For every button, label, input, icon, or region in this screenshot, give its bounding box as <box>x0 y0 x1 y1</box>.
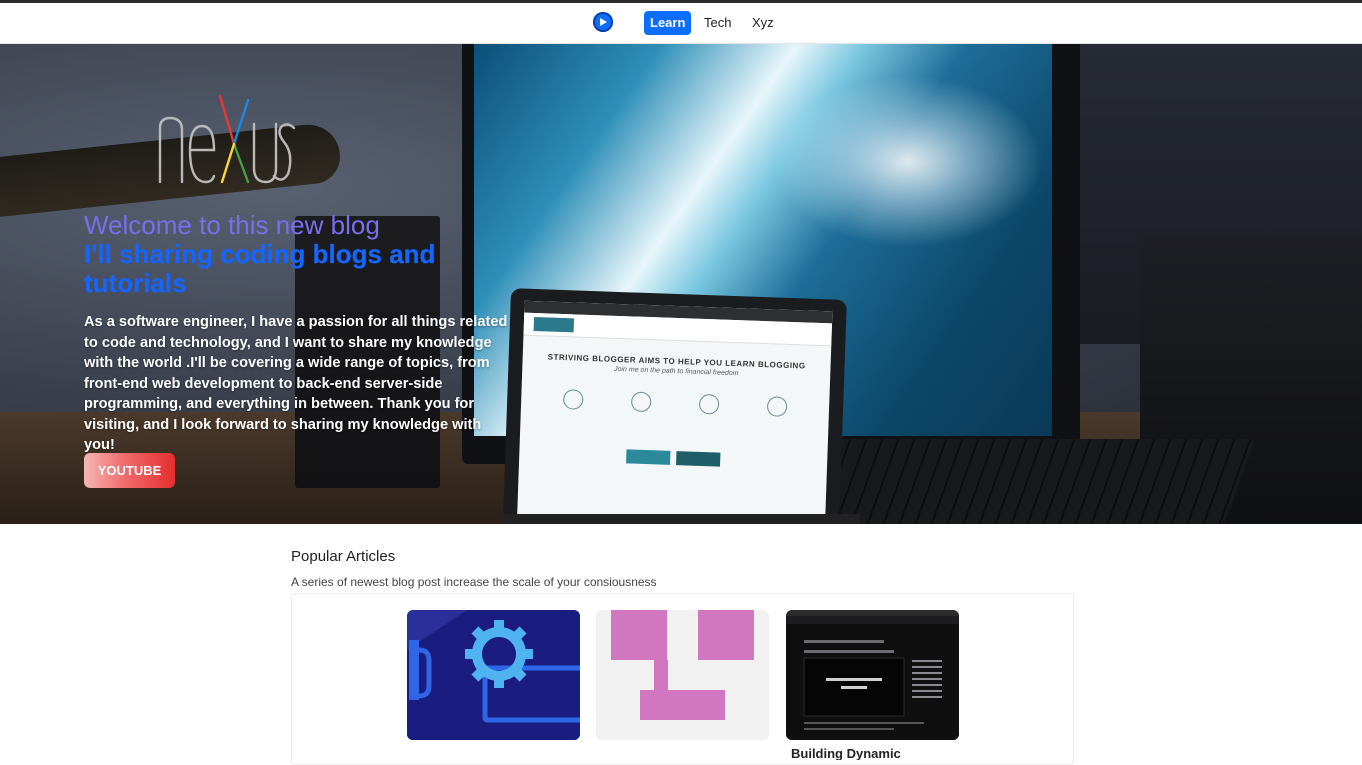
play-circle-icon[interactable] <box>593 12 613 32</box>
gear-code-illustration <box>407 610 580 740</box>
nav-link-tech[interactable]: Tech <box>698 11 737 35</box>
hero-welcome-heading: Welcome to this new blog <box>84 210 380 240</box>
hero-tagline: I'll sharing coding blogs and tutorials <box>84 239 436 298</box>
nextjs-course-screenshot <box>786 610 959 740</box>
laptop-screen: STRIVING BLOGGER AIMS TO HELP YOU LEARN … <box>517 300 833 524</box>
laptop-base <box>500 514 860 524</box>
nexus-logo <box>158 94 296 184</box>
youtube-button[interactable]: YOUTUBE <box>84 453 175 488</box>
articles-container: Building Dynamic <box>291 593 1074 765</box>
article-card-title: Building Dynamic <box>791 746 901 760</box>
article-card[interactable]: Building Dynamic <box>786 610 959 760</box>
popular-articles-subtitle: A series of newest blog post increase th… <box>291 575 657 589</box>
nav-link-xyz[interactable]: Xyz <box>746 11 780 35</box>
navbar: Learn Tech Xyz <box>0 3 1362 44</box>
hero-intro-text: As a software engineer, I have a passion… <box>84 314 508 453</box>
article-card[interactable] <box>407 610 580 760</box>
popular-articles-title: Popular Articles <box>291 548 396 565</box>
article-card[interactable] <box>596 610 769 760</box>
laptop-image: STRIVING BLOGGER AIMS TO HELP YOU LEARN … <box>503 288 847 524</box>
pink-pixel-illustration <box>596 610 769 740</box>
keyboard-image <box>804 439 1256 524</box>
nav-link-learn[interactable]: Learn <box>644 11 692 35</box>
